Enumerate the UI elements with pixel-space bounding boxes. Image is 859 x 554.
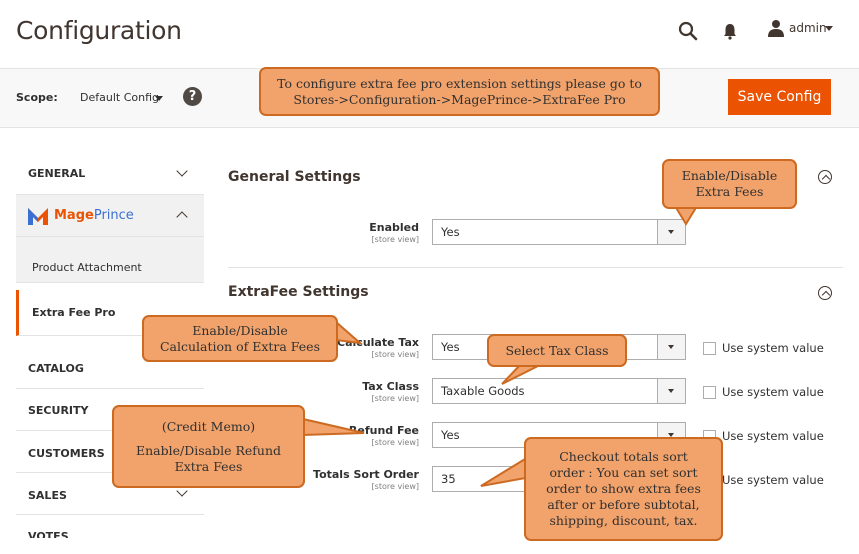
callout-text: Checkout totals sort: [559, 449, 688, 464]
callout-text: Select Tax Class: [505, 342, 609, 358]
refund-fee-callout: (Credit Memo) Enable/Disable Refund Extr…: [112, 405, 305, 488]
callout-text: To configure extra fee pro extension set…: [277, 75, 642, 91]
callout-text: shipping, discount, tax.: [549, 513, 698, 528]
callout-text: Enable/Disable Refund: [135, 442, 282, 458]
configure-path-callout: To configure extra fee pro extension set…: [259, 67, 660, 116]
callout-text: Stores->Configuration->MagePrince->Extra…: [293, 91, 626, 107]
callout-text: Enable/Disable: [192, 322, 288, 338]
calculate-tax-callout: Enable/Disable Calculation of Extra Fees: [142, 315, 338, 362]
callout-text: Extra Fees: [174, 458, 243, 474]
callout-text: Extra Fees: [695, 184, 764, 199]
callout-text: Enable/Disable: [681, 168, 778, 183]
tax-class-callout: Select Tax Class: [487, 334, 627, 367]
callout-text: Calculation of Extra Fees: [159, 338, 320, 354]
callout-text: order to show extra fees: [546, 481, 701, 496]
callout-text: order : You can set sort: [549, 465, 698, 480]
sort-order-callout: Checkout totals sort order : You can set…: [524, 437, 723, 541]
callout-text: (Credit Memo): [161, 418, 256, 434]
callout-text: after or before subtotal,: [547, 497, 700, 512]
enable-extra-fees-callout: Enable/Disable Extra Fees: [662, 159, 797, 209]
